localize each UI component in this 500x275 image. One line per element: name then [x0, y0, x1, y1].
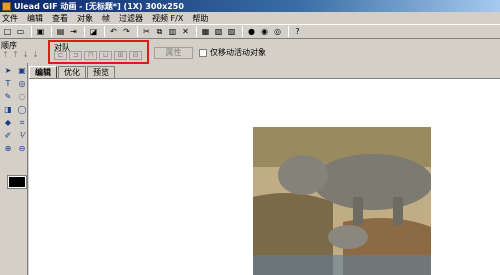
view-tabs: 编辑 优化 预览 — [29, 66, 116, 78]
web-icon[interactable]: ● — [246, 26, 257, 37]
menu-video-fx[interactable]: 视频 F/X — [152, 13, 183, 24]
tab-edit[interactable]: 编辑 — [29, 66, 57, 78]
toolbar-separator — [196, 26, 197, 37]
target-icon[interactable]: ◎ — [16, 78, 28, 89]
toolbar-separator — [51, 26, 52, 37]
toolbar-separator — [288, 26, 289, 37]
move-down-icon[interactable]: ↓ — [21, 50, 30, 59]
menu-object[interactable]: 对象 — [77, 13, 93, 24]
pen-icon[interactable]: ✐ — [2, 130, 14, 141]
paint-icon[interactable]: ▨ — [226, 26, 237, 37]
main-toolbar: □ ▭ ▣ ▤ ⇥ ◪ ↶ ↷ ✂ ⧉ ▥ ✕ ▦ ▧ ▨ ● ◉ ◎ ? — [0, 24, 500, 39]
view-icon[interactable]: ◪ — [88, 26, 99, 37]
copy-icon[interactable]: ⧉ — [154, 26, 165, 37]
align-icons: ⊏ ⊐ ⊓ ⊔ ⊞ ⊟ — [54, 51, 144, 60]
pointer-icon[interactable]: ➤ — [2, 65, 14, 76]
fill-icon[interactable]: ◆ — [2, 117, 14, 128]
print-icon[interactable]: ▤ — [55, 26, 66, 37]
menu-help[interactable]: 帮助 — [192, 13, 208, 24]
text-icon[interactable]: ▧ — [213, 26, 224, 37]
menu-filter[interactable]: 过滤器 — [119, 13, 143, 24]
new-icon[interactable]: □ — [2, 26, 13, 37]
app-icon — [2, 1, 11, 11]
zoom-in-icon[interactable]: ⊕ — [2, 143, 14, 154]
tab-preview[interactable]: 预览 — [87, 66, 115, 78]
settings-icon[interactable]: ◉ — [259, 26, 270, 37]
toolbar-separator — [31, 26, 32, 37]
elephant-picture — [253, 127, 431, 275]
move-active-label: 仅移动活动对象 — [210, 48, 266, 57]
distribute-h-icon[interactable]: ⊔ — [99, 51, 112, 60]
order-arrows: ↑ ↑ ↓ ↓ — [1, 50, 41, 59]
redo-icon[interactable]: ↷ — [121, 26, 132, 37]
toolbar-separator — [84, 26, 85, 37]
toolbar-separator — [104, 26, 105, 37]
clone-icon[interactable]: ◯ — [16, 104, 28, 115]
move-up-icon[interactable]: ↑ — [11, 50, 20, 59]
move-top-icon[interactable]: ↑ — [1, 50, 10, 59]
move-bottom-icon[interactable]: ↓ — [31, 50, 40, 59]
undo-icon[interactable]: ↶ — [108, 26, 119, 37]
brush-icon[interactable]: ✎ — [2, 91, 14, 102]
paste-icon[interactable]: ▥ — [167, 26, 178, 37]
align-center-icon[interactable]: ⊐ — [69, 51, 82, 60]
color-swatch[interactable] — [7, 175, 27, 189]
open-icon[interactable]: ▭ — [15, 26, 26, 37]
tools-panel: ➤ ▣ T ◎ ✎ ◌ ◨ ◯ ◆ ⌗ ✐ ⅟ ⊕ ⊖ — [0, 63, 28, 275]
help-icon[interactable]: ? — [292, 26, 303, 37]
export-icon[interactable]: ⇥ — [68, 26, 79, 37]
menu-bar: 文件 编辑 查看 对象 帧 过滤器 视频 F/X 帮助 — [0, 12, 500, 24]
crop-icon[interactable]: ⌗ — [16, 117, 28, 128]
cut-icon[interactable]: ✂ — [141, 26, 152, 37]
zoom-out-icon[interactable]: ⊖ — [16, 143, 28, 154]
menu-frame[interactable]: 帧 — [102, 13, 110, 24]
delete-icon[interactable]: ✕ — [180, 26, 191, 37]
select-rect-icon[interactable]: ▣ — [16, 65, 28, 76]
attribute-button[interactable]: 属性 — [154, 47, 193, 59]
menu-file[interactable]: 文件 — [2, 13, 18, 24]
image-icon[interactable]: ▦ — [200, 26, 211, 37]
toolbar-separator — [242, 26, 243, 37]
align-right-icon[interactable]: ⊓ — [84, 51, 97, 60]
align-left-icon[interactable]: ⊏ — [54, 51, 67, 60]
tab-optimize[interactable]: 优化 — [58, 66, 86, 78]
preview-icon[interactable]: ◎ — [272, 26, 283, 37]
menu-edit[interactable]: 编辑 — [27, 13, 43, 24]
distribute-v-icon[interactable]: ⊞ — [114, 51, 127, 60]
align-grid-icon[interactable]: ⊟ — [129, 51, 142, 60]
eraser-icon[interactable]: ◨ — [2, 104, 14, 115]
save-icon[interactable]: ▣ — [35, 26, 46, 37]
window-title: Ulead GIF 动画 - [无标题*] (1X) 300x250 — [14, 1, 184, 11]
ratio-icon[interactable]: ⅟ — [16, 130, 28, 141]
menu-view[interactable]: 查看 — [52, 13, 68, 24]
lasso-icon[interactable]: ◌ — [16, 91, 28, 102]
toolbar-separator — [137, 26, 138, 37]
move-active-checkbox[interactable] — [199, 49, 207, 57]
title-bar: Ulead GIF 动画 - [无标题*] (1X) 300x250 — [0, 0, 500, 12]
text-tool-icon[interactable]: T — [2, 78, 14, 89]
elephant-image[interactable] — [253, 127, 431, 275]
